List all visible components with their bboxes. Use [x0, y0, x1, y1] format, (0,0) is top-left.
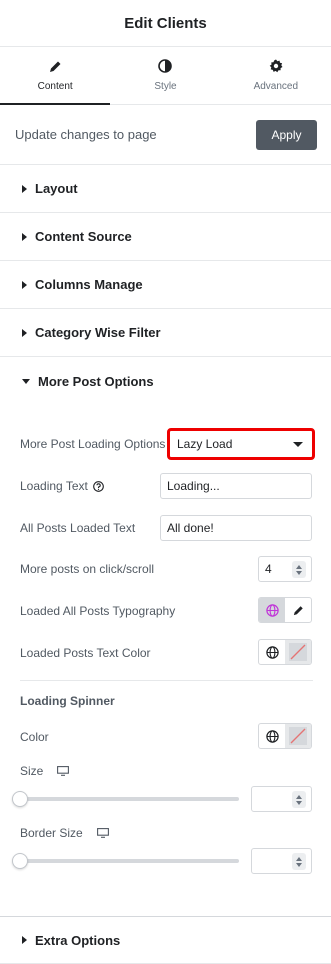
section-content-source[interactable]: Content Source — [0, 213, 331, 261]
update-changes-row: Update changes to page Apply — [0, 105, 331, 165]
more-posts-value: 4 — [265, 562, 272, 576]
more-posts-label: More posts on click/scroll — [20, 562, 155, 576]
section-extra-options-label: Extra Options — [35, 932, 121, 948]
size-number-input[interactable] — [251, 786, 312, 812]
gear-icon — [269, 59, 283, 73]
no-color-icon — [289, 643, 307, 661]
spinner-color-controls — [258, 723, 312, 749]
spinner-color-label: Color — [20, 730, 49, 744]
tab-style-label: Style — [154, 81, 177, 92]
desktop-icon[interactable] — [57, 766, 70, 776]
color-swatch-button[interactable] — [285, 640, 311, 664]
desktop-icon[interactable] — [96, 828, 109, 838]
globe-icon — [265, 603, 279, 617]
caret-right-icon — [22, 232, 27, 241]
divider — [20, 680, 313, 681]
loading-text-label: Loading Text — [20, 479, 88, 493]
text-color-controls — [258, 639, 312, 665]
loading-text-label-wrap: Loading Text — [20, 479, 104, 493]
edit-typography-button[interactable] — [285, 598, 311, 622]
apply-button[interactable]: Apply — [256, 119, 317, 150]
loading-text-input[interactable]: Loading... — [160, 473, 312, 499]
section-columns-manage[interactable]: Columns Manage — [0, 261, 331, 309]
globe-icon — [265, 729, 279, 743]
border-size-label: Border Size — [20, 826, 83, 840]
number-stepper[interactable] — [292, 853, 306, 870]
caret-right-icon — [22, 184, 27, 193]
border-size-slider-track[interactable] — [20, 859, 239, 863]
panel-tabs: Content Style Advanced — [0, 47, 331, 105]
panel-header: Edit Clients — [0, 0, 331, 47]
all-loaded-input[interactable]: All done! — [160, 515, 312, 541]
section-category-filter-label: Category Wise Filter — [35, 325, 161, 340]
section-category-filter[interactable]: Category Wise Filter — [0, 309, 331, 357]
border-size-slider-thumb[interactable] — [12, 853, 28, 869]
number-stepper[interactable] — [292, 561, 306, 578]
caret-down-icon — [22, 378, 30, 384]
section-content-source-label: Content Source — [35, 229, 132, 244]
pencil-icon — [293, 605, 303, 615]
typography-label: Loaded All Posts Typography — [20, 604, 176, 618]
spinner-size-label: Size — [20, 764, 44, 778]
no-color-icon — [289, 727, 307, 745]
help-circle-icon[interactable] — [92, 480, 104, 492]
global-typography-button[interactable] — [259, 598, 285, 622]
size-slider-track[interactable] — [20, 797, 239, 801]
section-layout[interactable]: Layout — [0, 165, 331, 213]
tab-advanced[interactable]: Advanced — [221, 47, 331, 104]
typography-controls — [258, 597, 312, 623]
section-layout-label: Layout — [35, 181, 78, 196]
spinner-size-label-wrap: Size — [20, 764, 70, 778]
global-color-button[interactable] — [259, 724, 285, 748]
panel-title: Edit Clients — [124, 14, 207, 32]
section-columns-manage-label: Columns Manage — [35, 277, 143, 292]
loading-text-value: Loading... — [167, 479, 220, 493]
text-color-label: Loaded Posts Text Color — [20, 646, 151, 660]
more-posts-input[interactable]: 4 — [258, 556, 312, 582]
tab-content[interactable]: Content — [0, 47, 111, 105]
loading-spinner-heading: Loading Spinner — [20, 694, 115, 708]
globe-icon — [265, 645, 279, 659]
loading-options-value: Lazy Load — [177, 437, 233, 451]
tab-style[interactable]: Style — [110, 47, 220, 104]
loading-options-select[interactable]: Lazy Load — [167, 428, 315, 460]
caret-right-icon — [22, 280, 27, 289]
all-loaded-value: All done! — [167, 521, 214, 535]
pencil-icon — [49, 61, 61, 72]
number-stepper[interactable] — [292, 791, 306, 808]
border-size-number-input[interactable] — [251, 848, 312, 874]
loading-options-label: More Post Loading Options — [20, 437, 166, 451]
all-loaded-label: All Posts Loaded Text — [20, 521, 136, 535]
section-more-post-options[interactable]: More Post Options — [0, 357, 331, 405]
color-swatch-button[interactable] — [285, 724, 311, 748]
global-color-button[interactable] — [259, 640, 285, 664]
section-extra-options[interactable]: Extra Options — [0, 916, 331, 964]
half-circle-icon — [158, 59, 173, 73]
caret-right-icon — [22, 936, 27, 944]
size-slider-thumb[interactable] — [12, 791, 28, 807]
caret-right-icon — [22, 328, 27, 337]
tab-advanced-label: Advanced — [253, 81, 299, 92]
update-changes-text: Update changes to page — [15, 127, 157, 142]
chevron-down-icon — [293, 442, 303, 447]
tab-content-label: Content — [37, 80, 73, 92]
border-size-label-wrap: Border Size — [20, 826, 109, 840]
section-more-post-options-label: More Post Options — [38, 373, 154, 389]
